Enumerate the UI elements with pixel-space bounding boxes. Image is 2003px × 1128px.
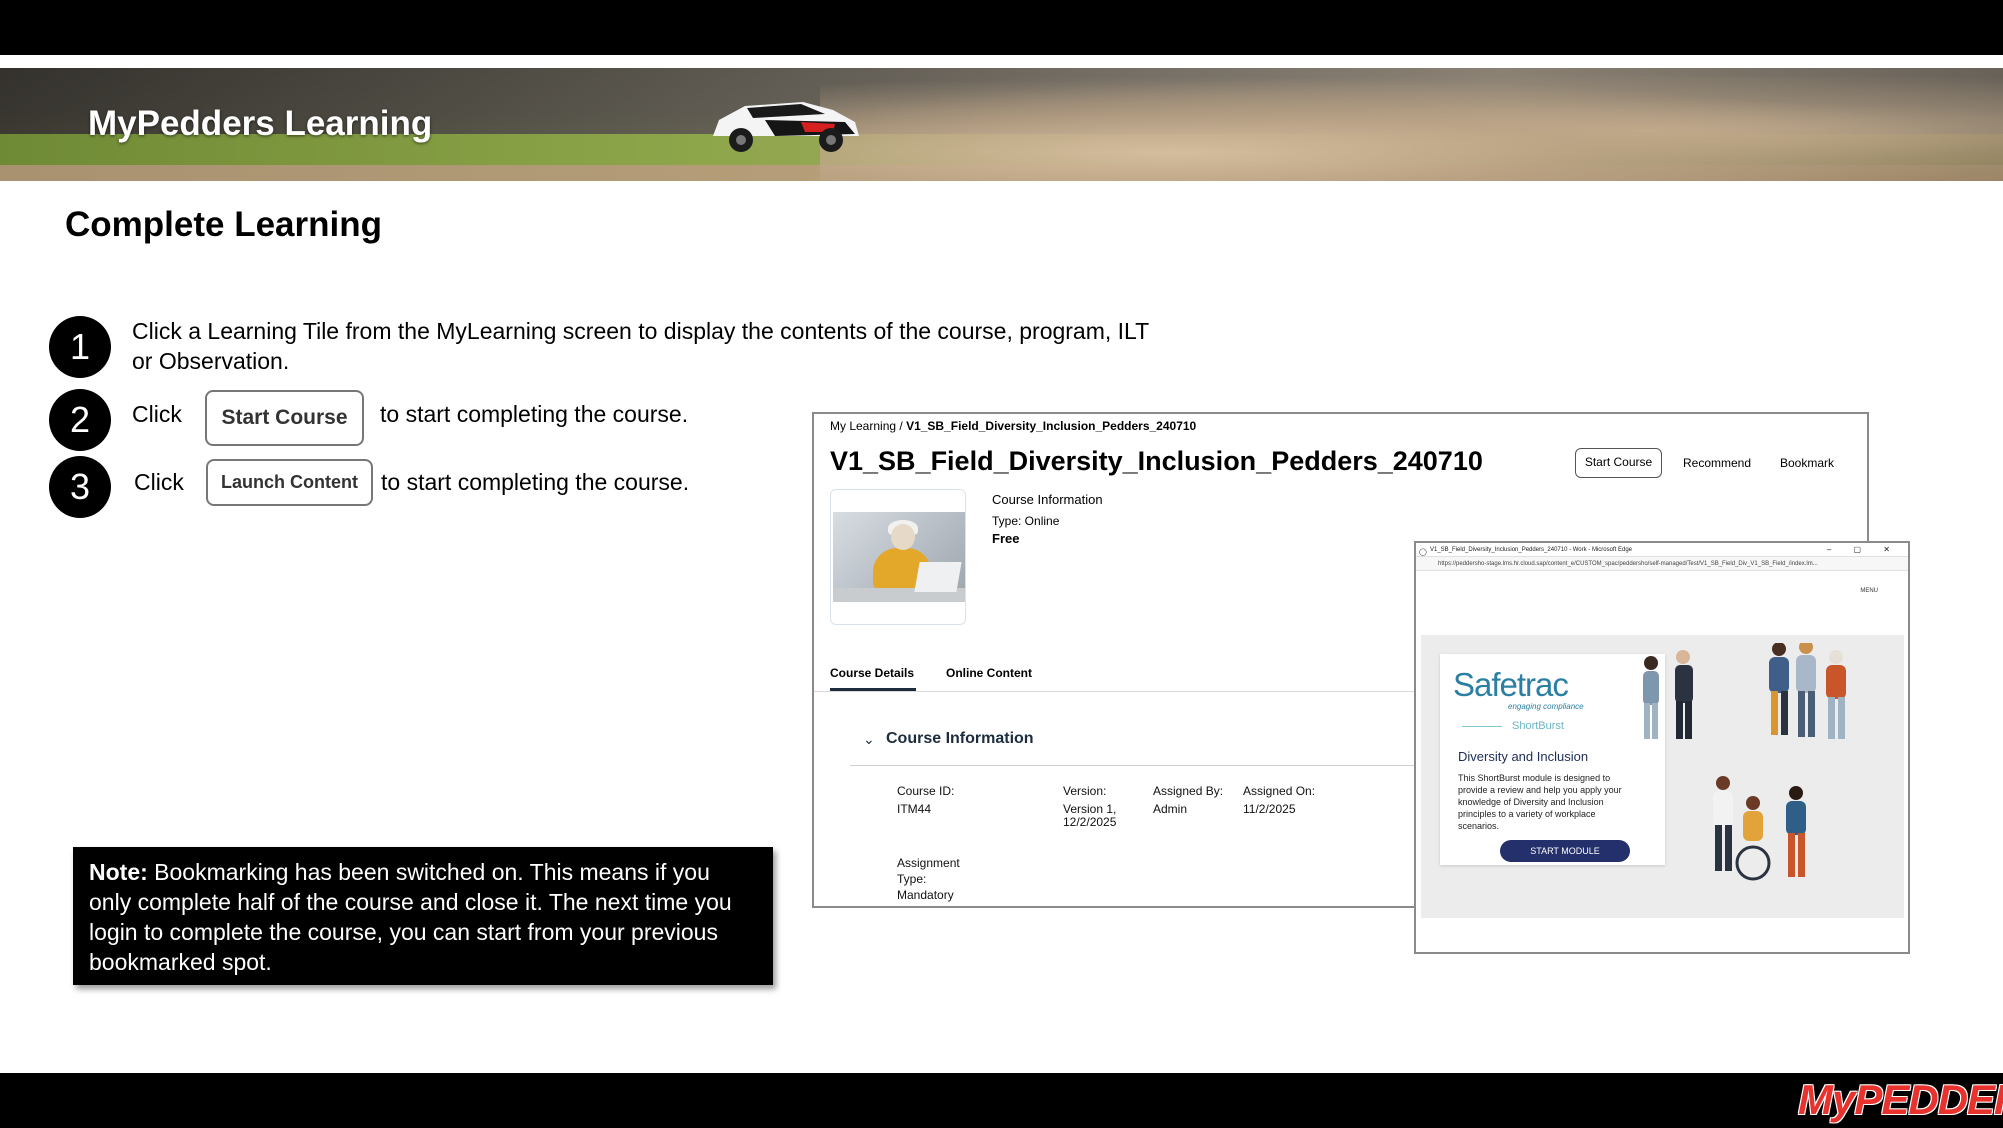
safetrac-logo: Safetrac (1453, 666, 1569, 703)
step-1-text: Click a Learning Tile from the MyLearnin… (132, 318, 1150, 344)
top-bar (0, 0, 2003, 55)
people-illustration (1643, 643, 1846, 881)
step-2-suffix: to start completing the course. (380, 401, 689, 427)
safetrac-tagline: engaging compliance (1508, 702, 1584, 711)
module-title: Diversity and Inclusion (1458, 749, 1589, 764)
note-text: Bookmarking has been switched on. This m… (89, 859, 732, 975)
assigned-on-label: Assigned On: (1243, 784, 1316, 798)
mypedders-logo: MyPEDDERS (1798, 1076, 2003, 1123)
launch-content-button-example[interactable]: Launch Content (206, 459, 373, 506)
breadcrumb: My Learning / V1_SB_Field_Diversity_Incl… (830, 419, 1197, 433)
start-course-button[interactable]: Start Course (1575, 448, 1662, 478)
dust-cloud (820, 76, 2003, 181)
assigned-by-value: Admin (1153, 802, 1188, 816)
course-thumbnail-card (830, 489, 966, 625)
version-date: 12/2/2025 (1063, 815, 1117, 829)
step-3-suffix: to start completing the course. (381, 469, 690, 495)
tab-online-content[interactable]: Online Content (946, 666, 1032, 680)
bookmark-button[interactable]: Bookmark (1780, 456, 1834, 470)
assigned-by-label: Assigned By: (1153, 784, 1224, 798)
course-id-value: ITM44 (897, 802, 932, 816)
breadcrumb-root[interactable]: My Learning (830, 419, 896, 433)
assigned-on-value: 11/2/2025 (1243, 802, 1296, 816)
assignment-type-label-2: Type: (897, 872, 927, 886)
course-price: Free (992, 531, 1020, 546)
course-type: Type: Online (992, 514, 1060, 528)
shortburst-label: ShortBurst (1512, 720, 1564, 732)
window-title-bar: ◯ V1_SB_Field_Diversity_Inclusion_Pedder… (1416, 543, 1908, 557)
step-3-prefix: Click (134, 469, 184, 495)
browser-window-screenshot: ◯ V1_SB_Field_Diversity_Inclusion_Pedder… (1414, 541, 1910, 954)
menu-button[interactable]: MENU (1860, 588, 1878, 594)
start-module-button[interactable]: START MODULE (1500, 840, 1630, 862)
start-course-button-example[interactable]: Start Course (205, 390, 364, 446)
course-info-label: Course Information (992, 492, 1103, 507)
rally-car-image (713, 102, 859, 152)
course-title: V1_SB_Field_Diversity_Inclusion_Pedders_… (830, 446, 1483, 476)
note-box: Note: Bookmarking has been switched on. … (73, 847, 773, 985)
section-course-information[interactable]: Course Information (886, 730, 1034, 748)
step-2-number: 2 (49, 389, 111, 451)
bottom-bar (0, 1073, 2003, 1128)
window-controls[interactable]: – ▢ ✕ (1827, 543, 1900, 557)
step-3-number: 3 (49, 456, 111, 518)
banner-title: MyPedders Learning (88, 104, 433, 143)
course-thumbnail-image (833, 512, 965, 602)
tab-course-details[interactable]: Course Details (830, 666, 914, 680)
window-title: V1_SB_Field_Diversity_Inclusion_Pedders_… (1430, 547, 1632, 553)
assignment-type-label: Assignment (897, 856, 960, 870)
breadcrumb-current: V1_SB_Field_Diversity_Inclusion_Pedders_… (906, 419, 1197, 433)
recommend-button[interactable]: Recommend (1683, 456, 1751, 470)
version-label: Version: (1063, 784, 1107, 798)
address-bar[interactable]: https://peddersho-stage.lms.hr.cloud.sap… (1416, 557, 1908, 571)
assignment-type-value: Mandatory (897, 888, 954, 902)
chevron-down-icon[interactable]: ⌄ (863, 731, 875, 748)
page-title: Complete Learning (65, 205, 382, 244)
step-2-prefix: Click (132, 401, 182, 427)
step-1-text-line2: or Observation. (132, 348, 290, 374)
step-1-number: 1 (49, 316, 111, 378)
module-description: This ShortBurst module is designed to pr… (1458, 773, 1622, 831)
note-label: Note: (89, 859, 148, 885)
header-banner: MyPedders Learning (0, 68, 2003, 181)
course-id-label: Course ID: (897, 784, 955, 798)
